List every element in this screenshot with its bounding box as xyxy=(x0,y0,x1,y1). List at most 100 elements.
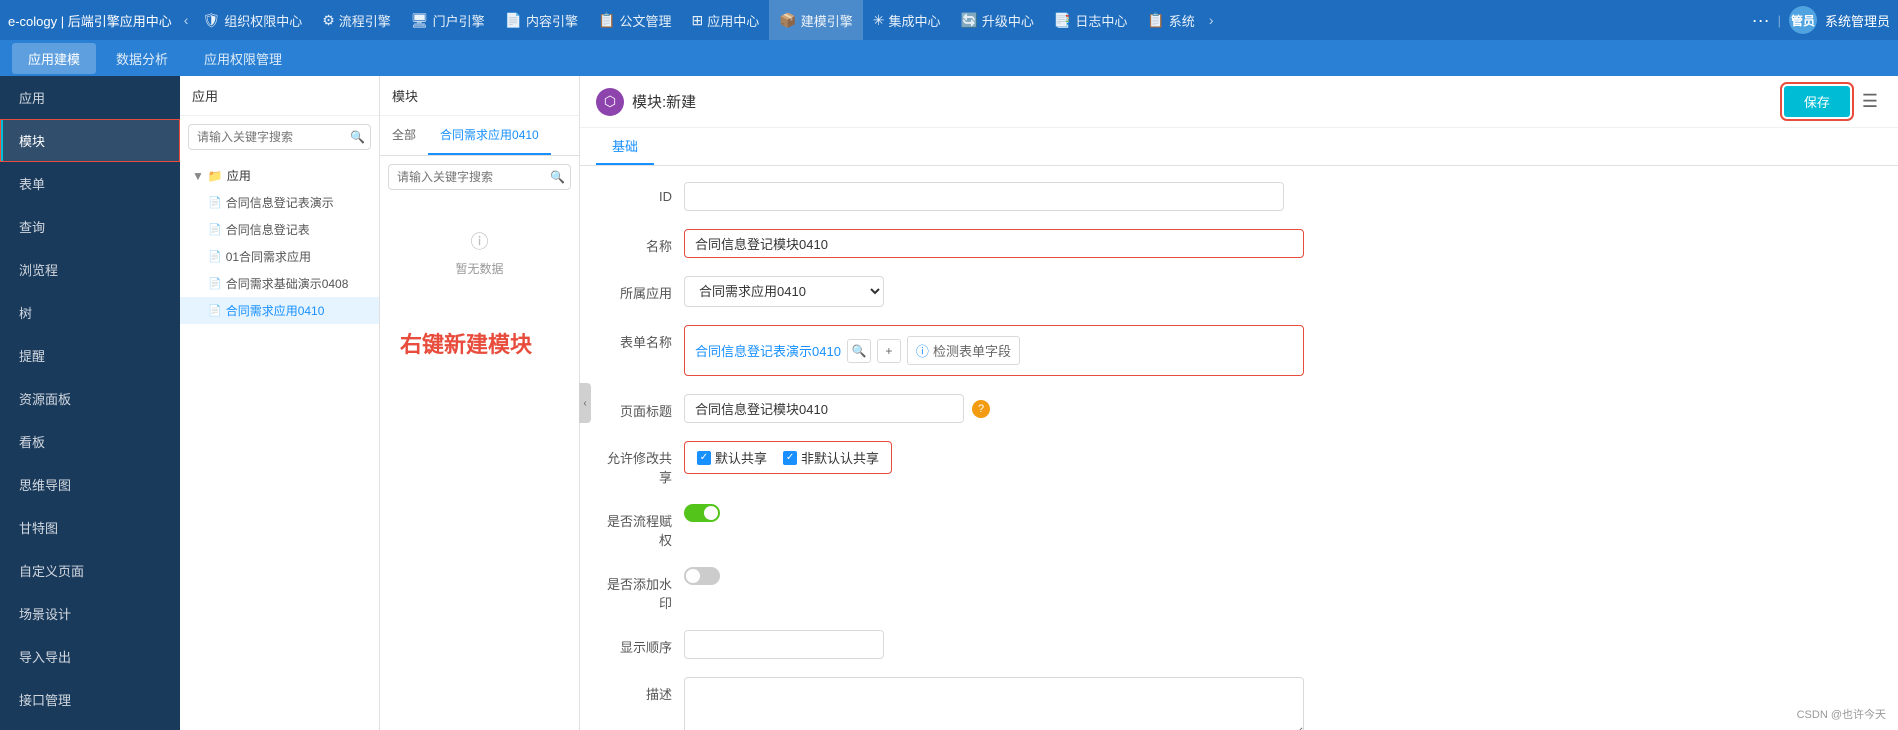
sidebar-item-custom-page[interactable]: 自定义页面 xyxy=(0,549,180,592)
sidebar-item-app[interactable]: 应用 xyxy=(0,76,180,119)
sidebar-item-import-export[interactable]: 导入导出 xyxy=(0,635,180,678)
checkbox-checked-icon-1: ✓ xyxy=(783,451,797,465)
watermark-toggle[interactable] xyxy=(684,567,720,585)
table-control: 合同信息登记表演示0410 🔍 + ⓘ 检测表单字段 xyxy=(684,325,1874,376)
form-row-table: 表单名称 合同信息登记表演示0410 🔍 + ⓘ 检测表单字段 xyxy=(604,325,1874,376)
sidebar-item-remind[interactable]: 提醒 xyxy=(0,334,180,377)
right-click-hint: 右键新建模块 xyxy=(380,307,579,379)
form-row-desc: 描述 xyxy=(604,677,1874,730)
name-label: 名称 xyxy=(604,229,684,255)
watermark-control xyxy=(684,567,1874,585)
nav-item-log[interactable]: 📑 日志中心 xyxy=(1044,0,1137,40)
desc-control xyxy=(684,677,1874,730)
name-input[interactable] xyxy=(685,230,1285,257)
sidebar: 应用 模块 表单 查询 浏览程 树 提醒 资源面板 看板 思维导图 甘特图 xyxy=(0,76,180,730)
table-search-icon-btn[interactable]: 🔍 xyxy=(847,339,871,363)
nav-item-content[interactable]: 📄 内容引擎 xyxy=(495,0,588,40)
sidebar-item-mindmap[interactable]: 思维导图 xyxy=(0,463,180,506)
subnav-app-modeling[interactable]: 应用建模 xyxy=(12,43,96,74)
nav-item-integration[interactable]: ✳ 集成中心 xyxy=(863,0,951,40)
id-control xyxy=(684,182,1874,211)
detect-icon: ⓘ xyxy=(916,341,929,360)
app-select[interactable]: 合同需求应用0410 xyxy=(684,276,884,307)
no-data-area: ⓘ 暂无数据 xyxy=(380,198,579,307)
tree-child-contract-form[interactable]: 📄 合同信息登记表 xyxy=(180,216,379,243)
sidebar-item-resource[interactable]: 资源面板 xyxy=(0,377,180,420)
sidebar-item-browse[interactable]: 浏览程 xyxy=(0,248,180,291)
share-default-checkbox[interactable]: ✓ 默认共享 xyxy=(697,448,767,467)
id-input[interactable] xyxy=(684,182,1284,211)
share-non-default-checkbox[interactable]: ✓ 非默认认共享 xyxy=(783,448,879,467)
sidebar-item-module[interactable]: 模块 xyxy=(0,119,180,162)
nav-prev-arrow[interactable]: ‹ xyxy=(180,12,193,28)
app-search-input[interactable] xyxy=(188,124,371,150)
order-input[interactable] xyxy=(684,630,884,659)
tab-all[interactable]: 全部 xyxy=(380,116,428,155)
table-name-link[interactable]: 合同信息登记表演示0410 xyxy=(695,341,841,360)
file-icon-3: 📄 xyxy=(208,277,222,290)
user-avatar[interactable]: 管员 xyxy=(1789,6,1817,34)
sidebar-item-query[interactable]: 查询 xyxy=(0,205,180,248)
subnav-data-analysis[interactable]: 数据分析 xyxy=(100,43,184,74)
sidebar-item-kanban[interactable]: 看板 xyxy=(0,420,180,463)
watermark-label: 是否添加水印 xyxy=(604,567,684,612)
collapse-handle[interactable]: ‹ xyxy=(579,383,591,423)
module-search-icon: 🔍 xyxy=(550,170,565,184)
share-control: ✓ 默认共享 ✓ 非默认认共享 xyxy=(684,441,1874,474)
tree-folder-app[interactable]: ▼ 📁 应用 xyxy=(180,162,379,189)
content-icon: 📄 xyxy=(505,12,522,29)
log-icon: 📑 xyxy=(1054,12,1071,29)
modeling-icon: 📦 xyxy=(779,12,796,29)
sub-nav: 应用建模 数据分析 应用权限管理 xyxy=(0,40,1898,76)
form-row-name: 名称 xyxy=(604,229,1874,258)
module-cube-icon: ⬡ xyxy=(596,88,624,116)
upgrade-icon: 🔄 xyxy=(960,12,977,29)
tree-child-contract-basic[interactable]: 📄 合同需求基础演示0408 xyxy=(180,270,379,297)
app-search-box: 🔍 xyxy=(188,124,371,150)
form-row-watermark: 是否添加水印 xyxy=(604,567,1874,612)
detect-button[interactable]: ⓘ 检测表单字段 xyxy=(907,336,1020,365)
nav-item-modeling[interactable]: 📦 建模引擎 xyxy=(769,0,862,40)
form-row-order: 显示顺序 xyxy=(604,630,1874,659)
module-search-input[interactable] xyxy=(388,164,571,190)
name-control xyxy=(684,229,1874,258)
share-label: 允许修改共享 xyxy=(604,441,684,486)
more-icon[interactable]: ··· xyxy=(1752,10,1770,31)
menu-icon[interactable]: ☰ xyxy=(1858,87,1882,116)
desc-textarea[interactable] xyxy=(684,677,1304,730)
page-title-label: 页面标题 xyxy=(604,394,684,420)
tree-child-contract-demo[interactable]: 📄 合同信息登记表演示 xyxy=(180,189,379,216)
nav-item-portal[interactable]: 🖥 门户引擎 xyxy=(401,0,495,40)
page-title-control: ? xyxy=(684,394,1874,423)
nav-item-flow[interactable]: ⚙ 流程引擎 xyxy=(312,0,401,40)
tab-contract-0410[interactable]: 合同需求应用0410 xyxy=(428,116,551,155)
nav-item-system[interactable]: 📋 系统 xyxy=(1137,0,1204,40)
help-icon[interactable]: ? xyxy=(972,400,990,418)
order-label: 显示顺序 xyxy=(604,630,684,656)
table-add-icon-btn[interactable]: + xyxy=(877,339,901,363)
nav-item-apps[interactable]: ⊞ 应用中心 xyxy=(682,0,770,40)
sidebar-item-gantt[interactable]: 甘特图 xyxy=(0,506,180,549)
page-title-input[interactable] xyxy=(684,394,964,423)
nav-item-upgrade[interactable]: 🔄 升级中心 xyxy=(950,0,1043,40)
file-icon-4: 📄 xyxy=(208,304,222,317)
nav-item-org[interactable]: 🛡 组织权限中心 xyxy=(192,0,312,40)
nav-next-arrow[interactable]: › xyxy=(1205,12,1218,28)
sidebar-item-form[interactable]: 表单 xyxy=(0,162,180,205)
nav-item-docs[interactable]: 📋 公文管理 xyxy=(588,0,681,40)
flow-auth-toggle[interactable] xyxy=(684,504,720,522)
subnav-app-permission[interactable]: 应用权限管理 xyxy=(188,43,298,74)
app-logo: e-cology | 后端引擎应用中心 xyxy=(8,11,172,30)
nav-items: 🛡 组织权限中心 ⚙ 流程引擎 🖥 门户引擎 📄 内容引擎 📋 公文管理 ⊞ 应… xyxy=(192,0,1751,40)
top-nav-right: ··· | 管员 系统管理员 xyxy=(1752,6,1890,34)
apps-icon: ⊞ xyxy=(692,12,704,29)
tree-child-contract-req[interactable]: 📄 01合同需求应用 xyxy=(180,243,379,270)
save-button[interactable]: 保存 xyxy=(1784,86,1850,117)
sidebar-item-api[interactable]: 接口管理 xyxy=(0,678,180,721)
sidebar-item-tree[interactable]: 树 xyxy=(0,291,180,334)
tab-basic[interactable]: 基础 xyxy=(596,128,654,165)
sidebar-item-scene-design[interactable]: 场景设计 xyxy=(0,592,180,635)
detail-form: ID 名称 所属应用 xyxy=(580,166,1898,730)
tree-child-contract-0410[interactable]: 📄 合同需求应用0410 xyxy=(180,297,379,324)
watermark-label: CSDN @也许今天 xyxy=(1797,706,1886,722)
